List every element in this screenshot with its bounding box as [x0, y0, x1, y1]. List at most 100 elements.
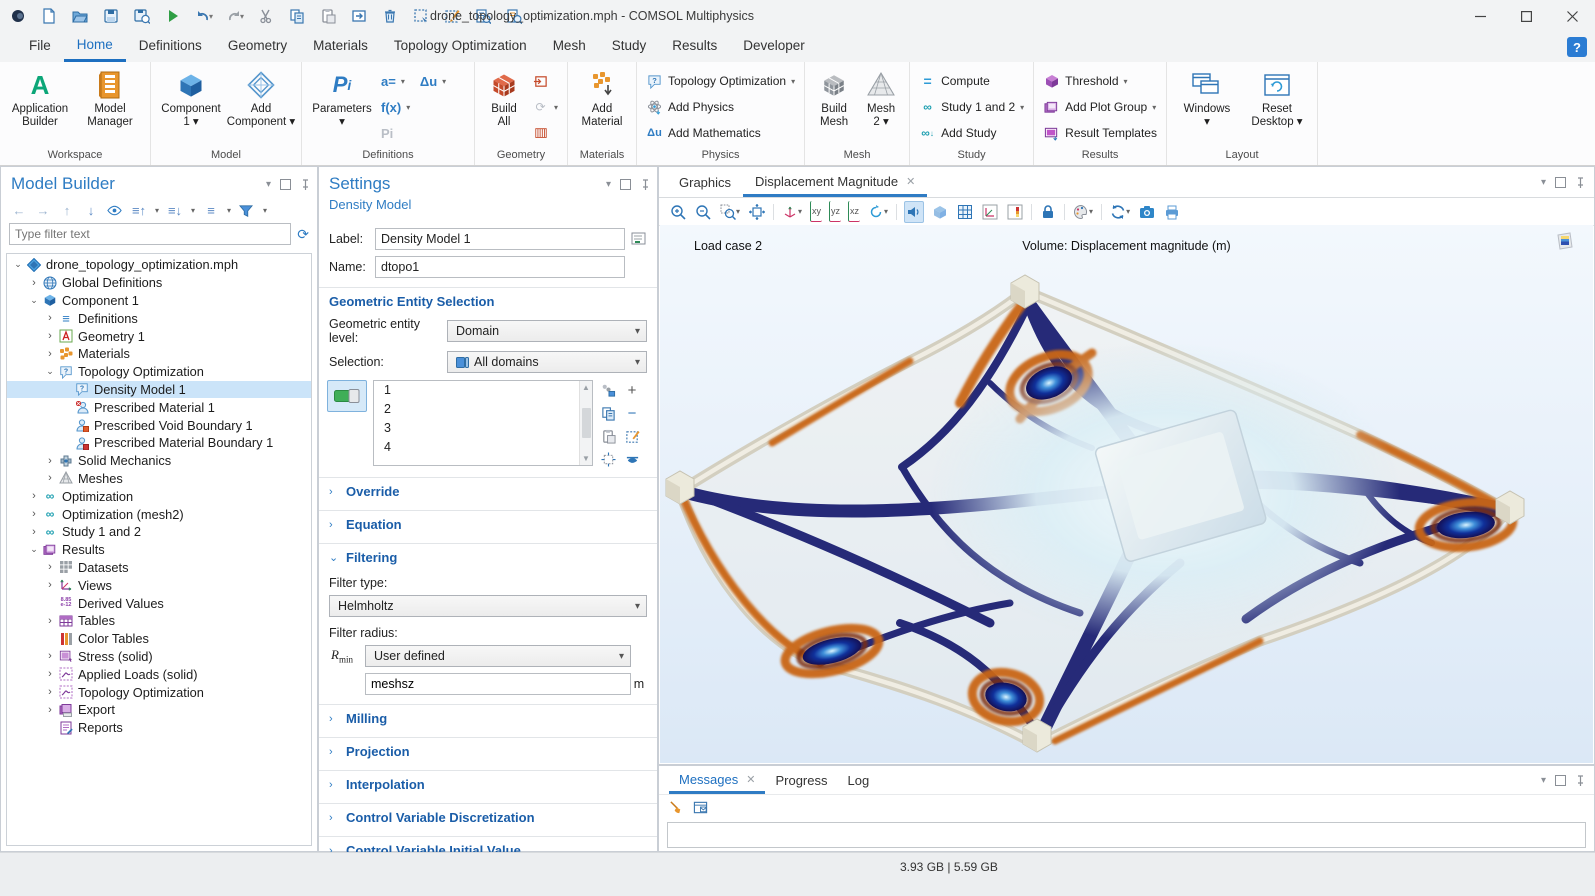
- move-down-icon[interactable]: ↓: [83, 203, 99, 218]
- tree-expander[interactable]: [43, 366, 57, 377]
- add-mathematics-button[interactable]: Δu Add Mathematics: [642, 121, 799, 145]
- view-xy-icon[interactable]: xy: [810, 201, 822, 222]
- section-geometric-entity[interactable]: Geometric Entity Selection: [319, 287, 657, 314]
- selection-list[interactable]: 1 2 3 4 ▲▼: [373, 380, 593, 466]
- section-override[interactable]: Override: [319, 477, 657, 504]
- close-tab-icon[interactable]: ✕: [906, 175, 915, 188]
- tree-expander[interactable]: [27, 544, 41, 555]
- tree-item[interactable]: ∞Study 1 and 2: [7, 523, 311, 541]
- tree-expander[interactable]: [43, 579, 57, 591]
- show-icon[interactable]: [107, 203, 123, 218]
- study-1-and-2-button[interactable]: ∞ Study 1 and 2▾: [915, 95, 1028, 119]
- float-panel-icon[interactable]: [620, 179, 631, 190]
- menu-home[interactable]: Home: [64, 32, 126, 62]
- menu-developer[interactable]: Developer: [730, 32, 818, 62]
- pin-panel-icon[interactable]: [1575, 775, 1586, 786]
- redo-button[interactable]: ▾: [226, 7, 244, 25]
- tree-item[interactable]: drone_topology_optimization.mph: [7, 256, 311, 274]
- section-equation[interactable]: Equation: [319, 510, 657, 537]
- menu-materials[interactable]: Materials: [300, 32, 381, 62]
- filter-tree-icon[interactable]: [239, 204, 255, 218]
- tree-filter-input[interactable]: [9, 223, 291, 245]
- selection-select[interactable]: All domains: [447, 351, 647, 373]
- active-selection-icon[interactable]: [623, 451, 641, 467]
- zoom-extents-icon[interactable]: [748, 202, 766, 222]
- build-all-geometry-button[interactable]: Build All: [480, 65, 528, 129]
- new-file-button[interactable]: [40, 7, 58, 25]
- back-icon[interactable]: ←: [11, 203, 27, 218]
- import-model-button[interactable]: [350, 7, 368, 25]
- tab-progress[interactable]: Progress: [765, 767, 837, 794]
- tree-expander[interactable]: [11, 259, 25, 270]
- add-plot-group-button[interactable]: Add Plot Group▾: [1039, 95, 1161, 119]
- clear-selection-icon[interactable]: [623, 428, 641, 444]
- float-panel-icon[interactable]: [1555, 177, 1566, 188]
- add-study-button[interactable]: ∞↓ Add Study: [915, 121, 1028, 145]
- color-legend-icon[interactable]: [1006, 202, 1024, 222]
- name-input[interactable]: [375, 256, 625, 278]
- tree-item[interactable]: Prescribed Void Boundary 1: [7, 416, 311, 434]
- menu-study[interactable]: Study: [599, 32, 660, 62]
- panel-menu-icon[interactable]: ▾: [1541, 775, 1546, 786]
- component-1-button[interactable]: Component 1 ▾: [156, 65, 226, 129]
- snapshot-icon[interactable]: [1138, 202, 1156, 222]
- build-mesh-button[interactable]: Build Mesh: [810, 65, 858, 129]
- rmin-mode-select[interactable]: User defined: [365, 645, 631, 667]
- menu-mesh[interactable]: Mesh: [540, 32, 599, 62]
- pin-panel-icon[interactable]: [1575, 177, 1586, 188]
- remove-from-selection-icon[interactable]: −: [623, 405, 641, 421]
- pin-panel-icon[interactable]: [300, 179, 311, 190]
- save-button[interactable]: [102, 7, 120, 25]
- zoom-in-icon[interactable]: [669, 202, 687, 222]
- go-to-view-icon[interactable]: ▾: [781, 202, 803, 222]
- messages-output[interactable]: [667, 822, 1586, 848]
- lock-view-icon[interactable]: [1039, 202, 1057, 222]
- menu-topology-optimization[interactable]: Topology Optimization: [381, 32, 540, 62]
- tree-item-selected[interactable]: ?Density Model 1: [7, 381, 311, 399]
- section-interpolation[interactable]: Interpolation: [319, 770, 657, 797]
- show-axes-icon[interactable]: [981, 202, 999, 222]
- forward-icon[interactable]: →: [35, 203, 51, 218]
- tree-expander[interactable]: [43, 561, 57, 573]
- windows-button[interactable]: Windows ▾: [1172, 65, 1242, 129]
- maximize-button[interactable]: [1503, 0, 1549, 32]
- move-up-icon[interactable]: ↑: [59, 203, 75, 218]
- tree-expander[interactable]: [43, 348, 57, 360]
- create-selection-icon[interactable]: [599, 382, 617, 398]
- brush-select-button[interactable]: [443, 7, 461, 25]
- rename-icon[interactable]: [631, 231, 647, 247]
- tree-item[interactable]: Meshes: [7, 470, 311, 488]
- print-icon[interactable]: [1163, 202, 1181, 222]
- tree-item[interactable]: Color Tables: [7, 630, 311, 648]
- menu-geometry[interactable]: Geometry: [215, 32, 300, 62]
- variables-button[interactable]: a=▾ Δu▾: [377, 69, 469, 93]
- update-geometry-button[interactable]: ⟳▾: [528, 95, 562, 119]
- tree-expander[interactable]: [43, 472, 57, 484]
- add-to-selection-icon[interactable]: +: [623, 382, 641, 398]
- message-settings-icon[interactable]: [693, 800, 708, 815]
- expand-tree-icon[interactable]: ≡↑: [131, 203, 147, 218]
- close-button[interactable]: [1549, 0, 1595, 32]
- paste-button[interactable]: [319, 7, 337, 25]
- add-component-button[interactable]: Add Component ▾: [226, 65, 296, 129]
- tree-expander[interactable]: [43, 686, 57, 698]
- panel-menu-icon[interactable]: ▾: [1541, 177, 1546, 188]
- scroll-down-icon[interactable]: ▼: [582, 454, 590, 463]
- menu-file[interactable]: File: [16, 32, 64, 62]
- panel-menu-icon[interactable]: ▾: [606, 179, 611, 190]
- tab-graphics[interactable]: Graphics: [667, 168, 743, 197]
- color-theme-icon[interactable]: ▾: [1072, 202, 1094, 222]
- tree-item[interactable]: Stress (solid): [7, 648, 311, 666]
- entity-level-select[interactable]: Domain: [447, 320, 647, 342]
- parameters-button[interactable]: Pi Parameters ▾: [307, 65, 377, 129]
- scene-light-icon[interactable]: [904, 201, 924, 223]
- tree-expander[interactable]: [43, 312, 57, 324]
- tree-item[interactable]: ∞Optimization: [7, 487, 311, 505]
- tree-item[interactable]: ∞Optimization (mesh2): [7, 505, 311, 523]
- tree-item[interactable]: Reports: [7, 719, 311, 737]
- tree-item[interactable]: Applied Loads (solid): [7, 665, 311, 683]
- drone-topology-model[interactable]: [660, 235, 1593, 763]
- collapse-tree-icon[interactable]: ≡↓: [167, 203, 183, 218]
- reset-desktop-button[interactable]: Reset Desktop ▾: [1242, 65, 1312, 129]
- add-material-button[interactable]: Add Material: [573, 65, 631, 129]
